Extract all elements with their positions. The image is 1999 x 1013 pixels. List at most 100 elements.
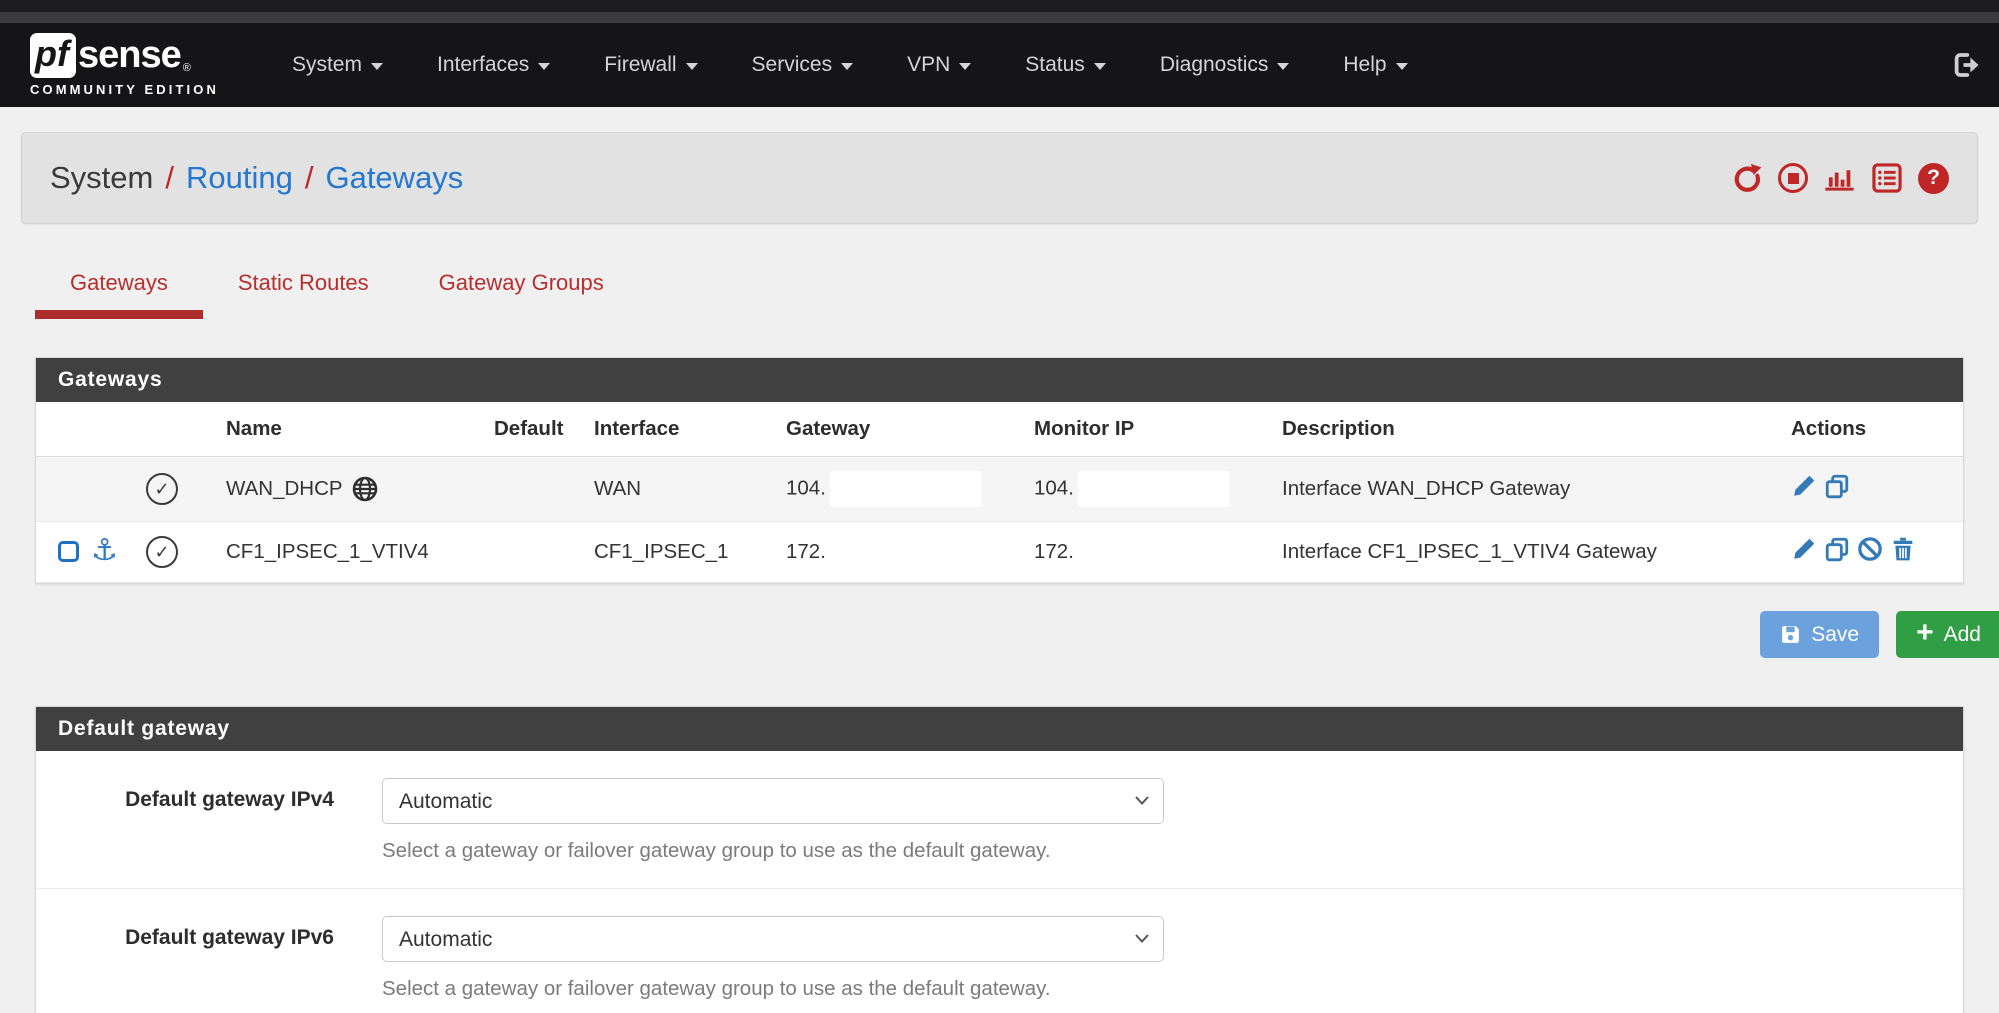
nav-item-label: VPN <box>907 53 950 77</box>
add-button[interactable]: + Add <box>1896 611 1999 658</box>
window-top-strip <box>0 0 1999 12</box>
breadcrumb-gateways-link[interactable]: Gateways <box>325 160 463 196</box>
routing-tabs: Gateways Static Routes Gateway Groups <box>35 252 1964 319</box>
disable-icon[interactable] <box>1857 536 1883 562</box>
col-actions: Actions <box>1781 402 1963 457</box>
col-gateway: Gateway <box>776 402 1024 457</box>
breadcrumb-separator: / <box>165 160 174 196</box>
monitor-ip: 104. <box>1034 476 1074 499</box>
breadcrumb-bar: System / Routing / Gateways <box>21 132 1978 224</box>
nav-item-label: Interfaces <box>437 53 529 77</box>
nav-item-label: Firewall <box>604 53 676 77</box>
edit-icon[interactable] <box>1791 473 1817 499</box>
traffic-graph-icon[interactable] <box>1823 164 1856 193</box>
add-button-label: Add <box>1944 623 1981 647</box>
col-monitor: Monitor IP <box>1024 402 1272 457</box>
breadcrumb-routing-link[interactable]: Routing <box>186 160 293 196</box>
gateway-interface: WAN <box>584 457 776 522</box>
copy-icon[interactable] <box>1824 536 1850 562</box>
default-gateway-panel-title: Default gateway <box>36 707 1963 751</box>
col-select <box>36 402 136 457</box>
chevron-down-icon <box>686 63 698 70</box>
gateways-panel: Gateways Name Default Interface Gateway … <box>35 357 1964 584</box>
monitor-ip: 172. <box>1034 540 1074 563</box>
pfsense-logo-badge: pf <box>30 33 76 78</box>
pfsense-tagline: COMMUNITY EDITION <box>30 82 219 97</box>
help-icon[interactable]: ? <box>1918 163 1949 194</box>
nav-item-vpn[interactable]: VPN <box>880 23 998 107</box>
stop-service-icon[interactable] <box>1778 163 1808 193</box>
col-interface: Interface <box>584 402 776 457</box>
gateway-name: CF1_IPSEC_1_VTIV4 <box>226 540 429 563</box>
chevron-down-icon <box>538 63 550 70</box>
pfsense-logo[interactable]: pf sense ® COMMUNITY EDITION <box>30 33 219 97</box>
delete-icon[interactable] <box>1890 536 1916 562</box>
nav-item-label: Services <box>752 53 833 77</box>
nav-item-system[interactable]: System <box>265 23 410 107</box>
nav-menu: System Interfaces Firewall Services VPN … <box>265 23 1435 107</box>
status-logs-icon[interactable] <box>1871 162 1903 194</box>
save-floppy-icon <box>1780 624 1801 645</box>
globe-dynamic-icon <box>351 475 379 503</box>
default-gateway-ipv6-select[interactable]: Automatic <box>382 916 1164 962</box>
default-gateway-ipv4-select[interactable]: Automatic <box>382 778 1164 824</box>
gateway-description: Interface WAN_DHCP Gateway <box>1272 457 1781 522</box>
default-gateway-panel: Default gateway Default gateway IPv4 Aut… <box>35 706 1964 1013</box>
gateway-online-icon: ✓ <box>146 473 178 505</box>
nav-item-label: Status <box>1025 53 1085 77</box>
nav-item-label: Diagnostics <box>1160 53 1269 77</box>
edit-icon[interactable] <box>1791 536 1817 562</box>
chevron-down-icon <box>841 63 853 70</box>
chevron-down-icon <box>959 63 971 70</box>
pfsense-logo-name: sense <box>78 34 181 77</box>
default-gateway-ipv4-label: Default gateway IPv4 <box>36 778 334 812</box>
save-button[interactable]: Save <box>1760 611 1879 658</box>
nav-item-help[interactable]: Help <box>1316 23 1434 107</box>
table-row-wan-dhcp: ✓ WAN_DHCP WAN <box>36 457 1963 522</box>
col-description: Description <box>1272 402 1781 457</box>
tab-static-routes[interactable]: Static Routes <box>203 252 404 319</box>
chevron-down-icon <box>371 63 383 70</box>
registered-mark: ® <box>183 62 191 74</box>
copy-icon[interactable] <box>1824 473 1850 499</box>
tab-gateway-groups[interactable]: Gateway Groups <box>404 252 639 319</box>
table-header-row: Name Default Interface Gateway Monitor I… <box>36 402 1963 457</box>
col-name: Name <box>216 402 484 457</box>
nav-item-services[interactable]: Services <box>725 23 881 107</box>
gateways-table: Name Default Interface Gateway Monitor I… <box>36 402 1963 583</box>
nav-item-label: System <box>292 53 362 77</box>
gateway-default <box>484 457 584 522</box>
row-checkbox[interactable] <box>58 541 79 562</box>
refresh-icon[interactable] <box>1731 162 1763 194</box>
window-top-strip-2 <box>0 12 1999 23</box>
col-default: Default <box>484 402 584 457</box>
breadcrumb-separator: / <box>305 160 314 196</box>
gateway-ip: 104. <box>786 476 826 499</box>
redaction-box <box>1078 471 1230 507</box>
gateway-default <box>484 522 584 583</box>
col-status <box>136 402 216 457</box>
gateways-panel-title: Gateways <box>36 358 1963 402</box>
table-row-cf1-ipsec: ⚓ ✓ CF1_IPSEC_1_VTIV4 CF1_IPSEC_1 172. 1… <box>36 522 1963 583</box>
save-button-label: Save <box>1811 623 1859 647</box>
nav-item-firewall[interactable]: Firewall <box>577 23 724 107</box>
default-gateway-ipv4-row: Default gateway IPv4 Automatic Select a … <box>36 751 1963 889</box>
anchor-icon[interactable]: ⚓ <box>91 536 118 566</box>
nav-item-status[interactable]: Status <box>998 23 1133 107</box>
gateway-ip: 172. <box>786 540 826 563</box>
sign-out-icon[interactable] <box>1951 50 1981 80</box>
chevron-down-icon <box>1094 63 1106 70</box>
main-navbar: pf sense ® COMMUNITY EDITION System Inte… <box>0 23 1999 107</box>
gateway-description: Interface CF1_IPSEC_1_VTIV4 Gateway <box>1272 522 1781 583</box>
nav-item-diagnostics[interactable]: Diagnostics <box>1133 23 1317 107</box>
default-gateway-ipv6-row: Default gateway IPv6 Automatic Select a … <box>36 889 1963 1013</box>
nav-item-interfaces[interactable]: Interfaces <box>410 23 577 107</box>
plus-icon: + <box>1916 618 1934 648</box>
tab-gateways[interactable]: Gateways <box>35 252 203 319</box>
nav-item-label: Help <box>1343 53 1386 77</box>
chevron-down-icon <box>1277 63 1289 70</box>
gateway-name: WAN_DHCP <box>226 477 343 501</box>
breadcrumb: System / Routing / Gateways <box>50 160 463 196</box>
breadcrumb-system: System <box>50 160 153 196</box>
default-gateway-ipv4-help: Select a gateway or failover gateway gro… <box>382 839 1164 863</box>
